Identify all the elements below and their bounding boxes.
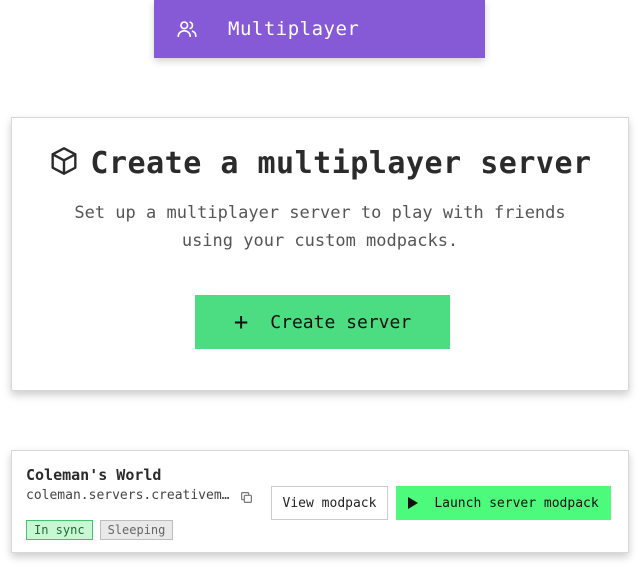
server-card: Coleman's World coleman.servers.creative… bbox=[11, 450, 629, 553]
server-state-badge: Sleeping bbox=[99, 520, 174, 540]
server-address: coleman.servers.creativem… bbox=[26, 488, 230, 503]
server-name: Coleman's World bbox=[26, 466, 162, 484]
cube-icon bbox=[48, 145, 80, 177]
launch-server-modpack-label: Launch server modpack bbox=[434, 495, 599, 511]
create-server-button-label: Create server bbox=[270, 311, 412, 333]
sync-status-badge: In sync bbox=[26, 520, 93, 540]
multiplayer-tab[interactable]: Multiplayer bbox=[154, 0, 485, 58]
create-server-description: Set up a multiplayer server to play with… bbox=[74, 203, 566, 251]
play-icon bbox=[408, 497, 419, 509]
view-modpack-button[interactable]: View modpack bbox=[271, 486, 388, 520]
create-server-header: Create a multiplayer server bbox=[12, 146, 628, 181]
server-address-row: coleman.servers.creativem… bbox=[26, 488, 253, 503]
create-server-title: Create a multiplayer server bbox=[90, 146, 592, 181]
create-server-button[interactable]: + Create server bbox=[195, 295, 450, 349]
users-icon bbox=[176, 18, 198, 40]
copy-icon[interactable] bbox=[240, 489, 253, 503]
plus-icon: + bbox=[233, 308, 249, 336]
server-status-badges: In sync Sleeping bbox=[26, 520, 180, 540]
launch-server-modpack-button[interactable]: Launch server modpack bbox=[396, 486, 611, 520]
multiplayer-tab-label: Multiplayer bbox=[228, 18, 360, 40]
create-server-card: Create a multiplayer server Set up a mul… bbox=[11, 117, 629, 391]
